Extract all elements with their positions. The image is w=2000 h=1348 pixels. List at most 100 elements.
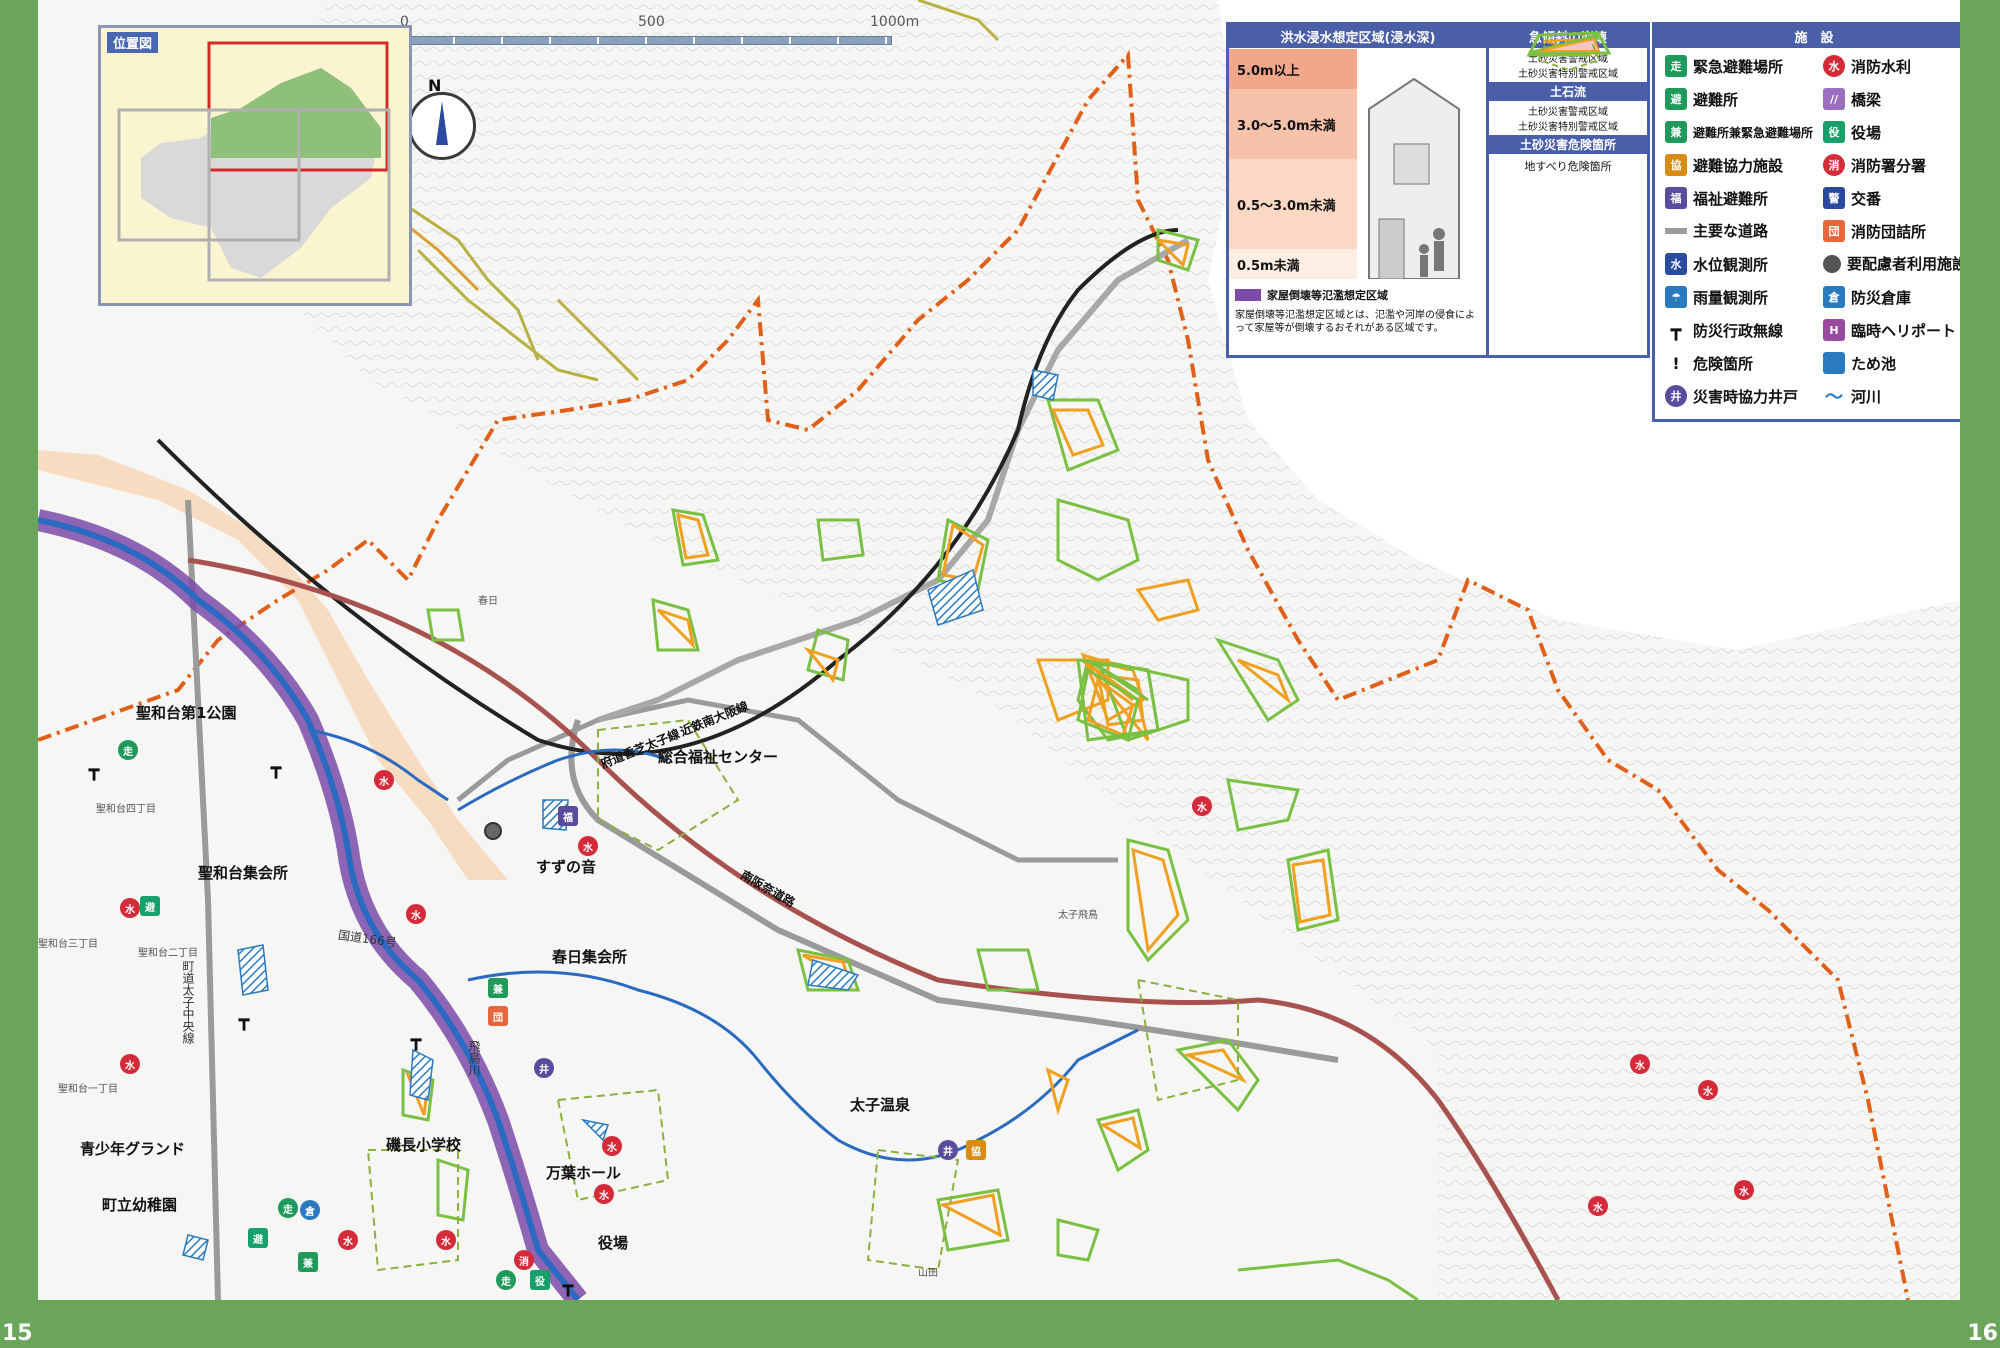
danger-icon: !: [1672, 353, 1680, 373]
facility-legend: 施 設 走緊急避難場所避避難所兼避難所兼緊急避難場所協避難協力施設福福祉避難所主…: [1652, 22, 1960, 422]
slope-legend: 急傾斜の崩壊 土砂災害警戒区域 土砂災害特別警戒区域 土石流 土砂災害警戒区域 …: [1486, 22, 1650, 358]
emergency-evacuation-icon[interactable]: 走: [118, 740, 138, 760]
seiwa-1-label: 聖和台一丁目: [58, 1084, 118, 1095]
house-illustration: [1368, 77, 1460, 279]
radio-tower-icon[interactable]: ┳: [558, 1276, 578, 1297]
fire-water-icon[interactable]: 水: [1734, 1180, 1754, 1200]
seiwa-2-label: 聖和台二丁目: [138, 948, 198, 959]
facility-legend-item: 要配慮者利用施設: [1823, 253, 1960, 274]
location-inset-map[interactable]: 位置図: [98, 25, 412, 306]
facility-legend-item: ため池: [1823, 352, 1896, 374]
cooperation-facility-icon[interactable]: 協: [966, 1140, 986, 1160]
cooperation-facility-icon: 協: [1665, 154, 1687, 176]
facility-legend-label: 防災行政無線: [1693, 321, 1784, 340]
asuka-river-label: 飛鳥川: [467, 1040, 481, 1076]
storage-icon[interactable]: 倉: [300, 1200, 320, 1220]
shelter-icon: 避: [1665, 88, 1687, 110]
collapse-label: 家屋倒壊等氾濫想定区域: [1267, 289, 1388, 302]
well-icon[interactable]: 井: [534, 1058, 554, 1078]
shelter-icon[interactable]: 避: [140, 896, 160, 916]
fire-water-icon[interactable]: 水: [436, 1230, 456, 1250]
fire-water-icon[interactable]: 水: [594, 1184, 614, 1204]
radio-tower-icon[interactable]: ┳: [266, 758, 286, 779]
fire-water-icon[interactable]: 水: [602, 1136, 622, 1156]
facility-legend-label: 避難協力施設: [1693, 156, 1784, 175]
facility-legend-label: 要配慮者利用施設: [1847, 255, 1960, 273]
facility-legend-item: 消消防署分署: [1823, 154, 1926, 176]
bridge-icon: //: [1823, 88, 1845, 110]
shelter-icon[interactable]: 避: [248, 1228, 268, 1248]
fire-brigade-icon[interactable]: 団: [488, 1006, 508, 1026]
page-number-left: 15: [2, 1321, 33, 1346]
welfare-shelter-icon[interactable]: 福: [558, 806, 578, 826]
facility-legend-label: 福祉避難所: [1693, 189, 1769, 208]
fire-water-icon[interactable]: 水: [406, 904, 426, 924]
fire-water-icon[interactable]: 水: [578, 836, 598, 856]
facility-legend-item: // 橋梁: [1823, 88, 1881, 110]
facility-legend-item: 兼避難所兼緊急避難場所: [1665, 121, 1813, 143]
facility-legend-item: 役役場: [1823, 121, 1881, 143]
fire-water-icon[interactable]: 水: [338, 1230, 358, 1250]
facility-legend-label: 交番: [1851, 189, 1882, 208]
fire-water-icon[interactable]: 水: [120, 898, 140, 918]
facility-legend-item: 協避難協力施設: [1665, 154, 1783, 176]
facility-legend-label: 雨量観測所: [1693, 288, 1769, 307]
radio-tower-icon[interactable]: ┳: [234, 1010, 254, 1031]
hazard-map[interactable]: 0 500 1000m N 位置図 洪水浸水想定区域(浸水深) 5.0m以上 3…: [38, 0, 1960, 1300]
facility-legend-label: ため池: [1851, 354, 1897, 373]
collapse-note: 家屋倒壊等氾濫想定区域とは、氾濫や河岸の侵食によって家屋等が倒壊するおそれがある…: [1235, 310, 1475, 334]
park1-label: 聖和台第1公園: [136, 704, 237, 722]
police-box-icon: 警: [1823, 187, 1845, 209]
well-icon[interactable]: 井: [938, 1140, 958, 1160]
collapse-swatch: [1235, 289, 1261, 301]
facility-legend-label: 橋梁: [1851, 90, 1882, 109]
iwanaga-school-label: 磯長小学校: [386, 1136, 462, 1154]
taishi-onsen-label: 太子温泉: [850, 1096, 911, 1114]
facility-legend-item: 団消防団詰所: [1823, 220, 1926, 242]
main-road-icon: [1665, 227, 1687, 234]
facility-legend-label: 消防団詰所: [1851, 222, 1927, 241]
fire-water-icon[interactable]: 水: [1588, 1196, 1608, 1216]
pond-icon: [1823, 352, 1845, 374]
care-facility-icon[interactable]: [484, 822, 502, 840]
fire-water-icon[interactable]: 水: [374, 770, 394, 790]
facility-legend-item: ┳ 防災行政無線: [1665, 319, 1783, 341]
fire-water-icon[interactable]: 水: [1630, 1054, 1650, 1074]
town-office-icon: 役: [1823, 121, 1845, 143]
welfare-center-label: 総合福祉センター: [658, 748, 779, 766]
fire-water-icon[interactable]: 水: [1192, 796, 1212, 816]
flood-depth-scale: 5.0m以上 3.0〜5.0m未満 0.5〜3.0m未満 0.5m未満: [1229, 49, 1487, 279]
town-office-icon[interactable]: 役: [530, 1270, 550, 1290]
page-number-right: 16: [1967, 1321, 1998, 1346]
emergency-evacuation-icon[interactable]: 走: [496, 1270, 516, 1290]
facility-legend-label: 水位観測所: [1693, 255, 1769, 274]
radio-tower-icon[interactable]: ┳: [84, 760, 104, 781]
fire-water-icon[interactable]: 水: [120, 1054, 140, 1074]
shelter-emergency-icon[interactable]: 兼: [298, 1252, 318, 1272]
page-frame: 0 500 1000m N 位置図 洪水浸水想定区域(浸水深) 5.0m以上 3…: [0, 0, 2000, 1348]
facility-legend-item: 福福祉避難所: [1665, 187, 1768, 209]
suzunone-label: すずの音: [536, 858, 597, 876]
water-level-station-icon: 水: [1665, 253, 1687, 275]
fire-station-icon[interactable]: 消: [514, 1250, 534, 1270]
facility-legend-item: 主要な道路: [1665, 220, 1768, 241]
facility-legend-label: 避難所: [1693, 90, 1739, 109]
scale-bar: [406, 36, 892, 45]
radio-tower-icon[interactable]: ┳: [406, 1030, 426, 1051]
storage-icon: 倉: [1823, 286, 1845, 308]
facility-legend-label: 防災倉庫: [1851, 288, 1912, 307]
emergency-evacuation-icon[interactable]: 走: [278, 1198, 298, 1218]
facility-legend-label: 災害時協力井戸: [1693, 387, 1799, 406]
facility-legend-item: 井災害時協力井戸: [1665, 385, 1798, 407]
taishi-asuka-label: 太子飛鳥: [1058, 910, 1098, 921]
shelter-emergency-icon[interactable]: 兼: [488, 978, 508, 998]
facility-legend-label: 緊急避難場所: [1693, 57, 1784, 76]
river-icon: 〜: [1825, 387, 1843, 408]
fire-water-icon[interactable]: 水: [1698, 1080, 1718, 1100]
facility-legend-label: 消防水利: [1851, 57, 1912, 76]
facility-legend-item: ! 危険箇所: [1665, 352, 1753, 374]
kindergarten-label: 町立幼稚園: [102, 1196, 178, 1214]
taishi-line-label: 町道太子中央線: [181, 960, 195, 1044]
debris-special: 土砂災害特別警戒区域: [1518, 122, 1618, 133]
north-arrow-icon: [408, 92, 476, 160]
